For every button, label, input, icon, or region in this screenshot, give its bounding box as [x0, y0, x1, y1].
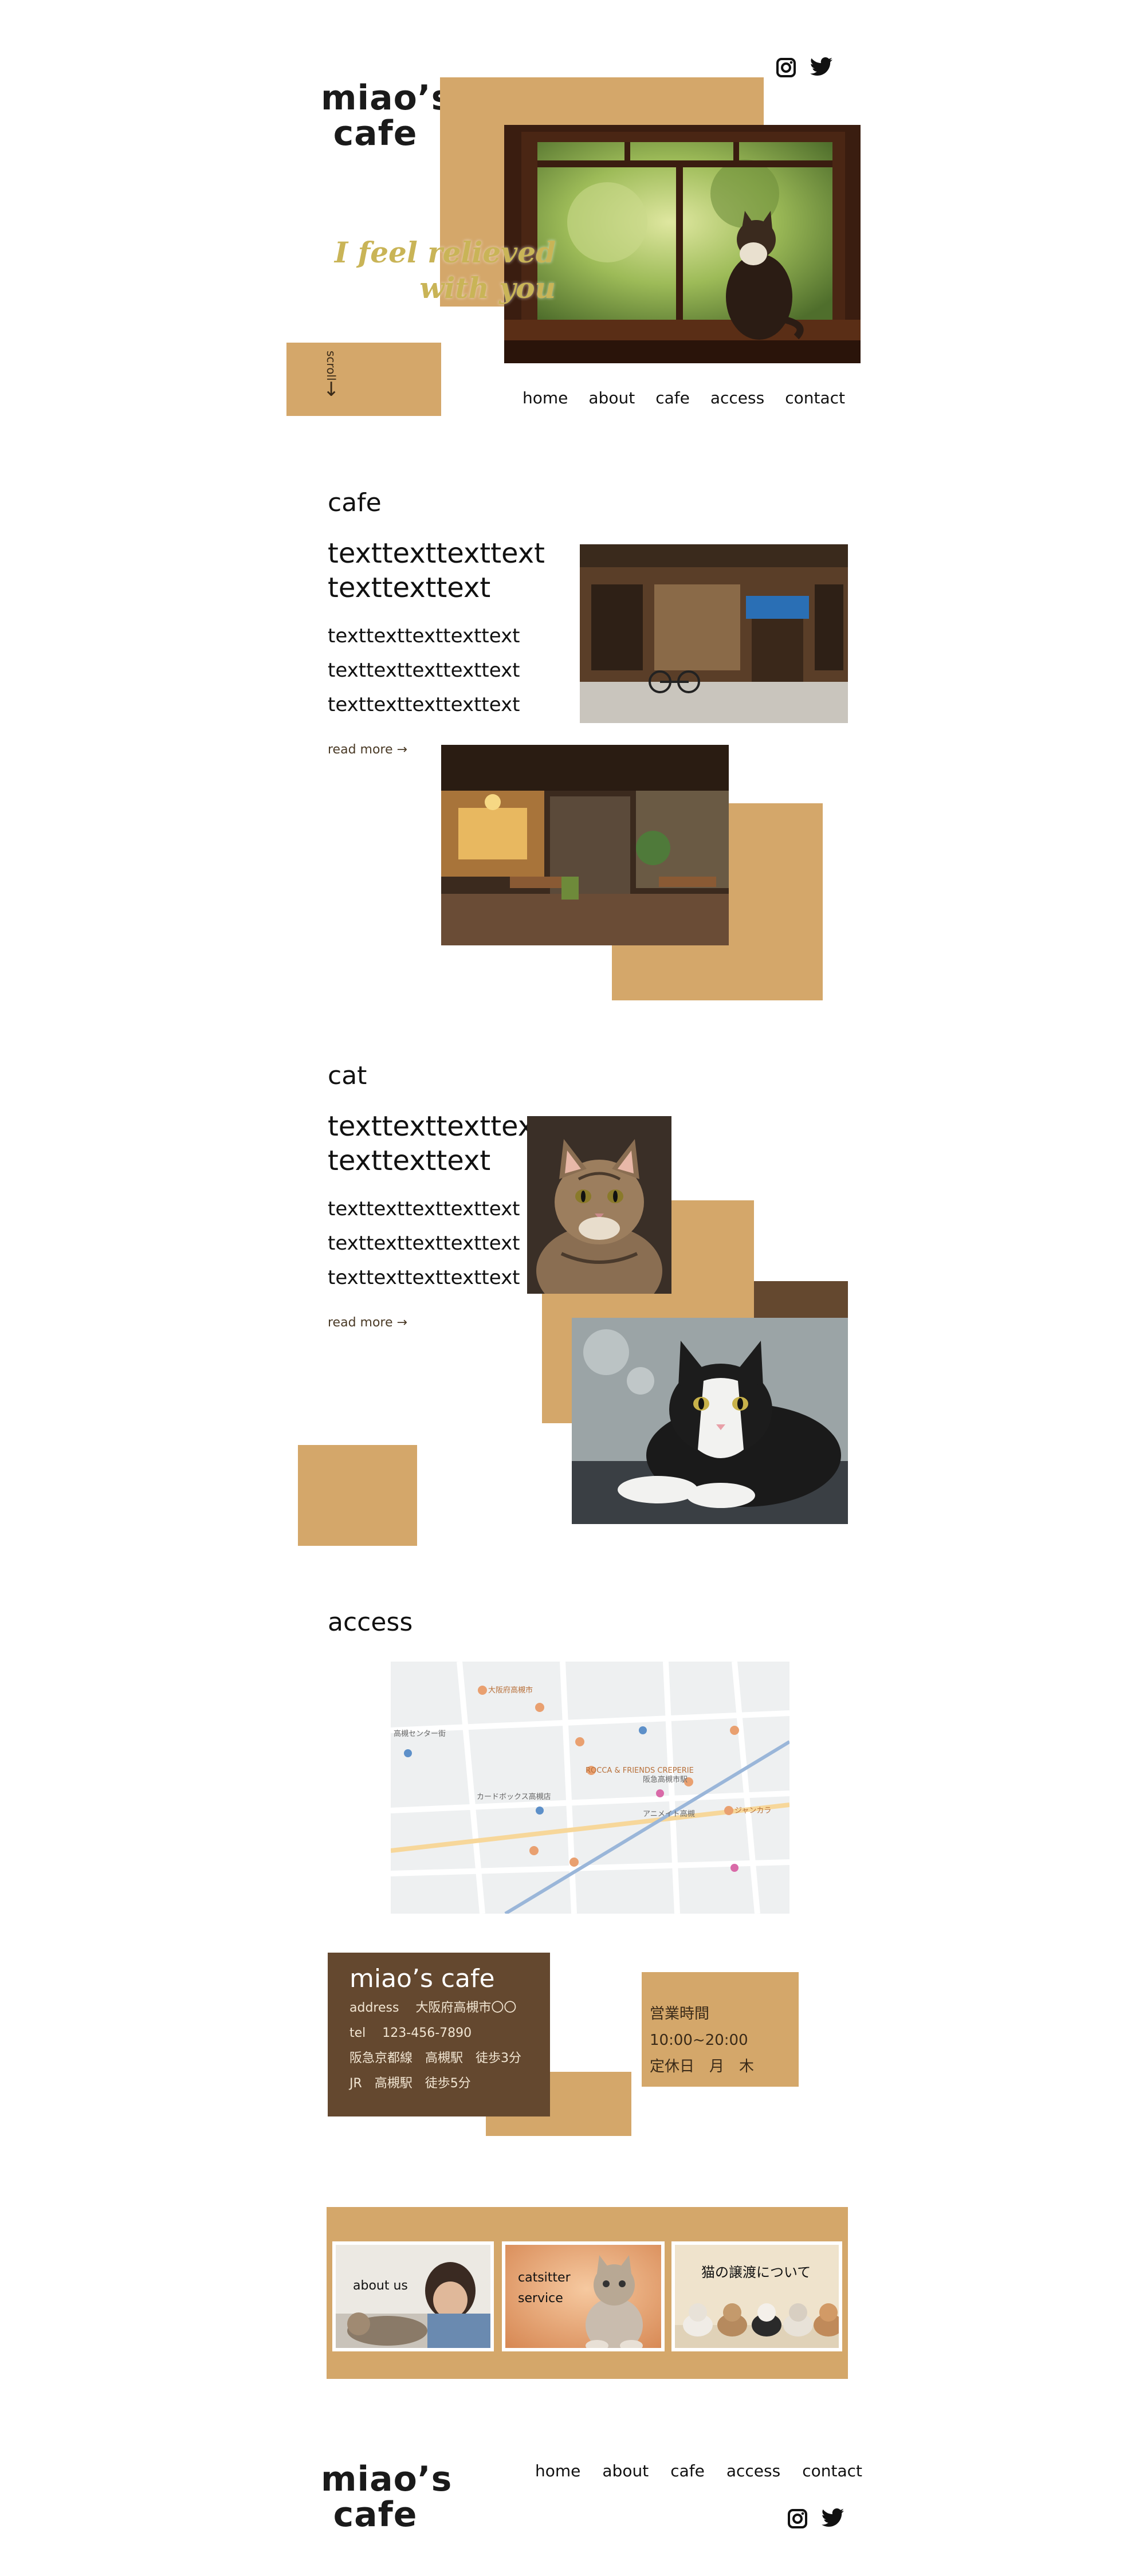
bw-cat-image — [572, 1318, 848, 1524]
footer-nav-access[interactable]: access — [726, 2461, 780, 2480]
footer-nav-about[interactable]: about — [602, 2461, 649, 2480]
hours-card: 営業時間 10:00~20:00 定休日 月 木 — [642, 1972, 799, 2087]
cafe-read-more-link[interactable]: read more → — [328, 743, 407, 757]
nav-about[interactable]: about — [588, 388, 635, 407]
adoption-label: 猫の譲渡について — [701, 2264, 811, 2280]
catsitter-label: catsitter service — [518, 2271, 571, 2306]
scroll-label: scroll — [324, 351, 338, 381]
instagram-icon[interactable] — [776, 57, 796, 78]
tagline-line2: with you — [419, 271, 556, 305]
footer-logo-line1: miao’s — [321, 2459, 453, 2499]
map-label: 大阪府高槻市 — [488, 1686, 533, 1695]
cafe-title: cafe — [328, 488, 382, 517]
catsitter-banner[interactable]: catsitter service — [502, 2241, 665, 2351]
cat-tan-block-lower — [298, 1445, 417, 1546]
tabby-cat-image — [527, 1116, 671, 1294]
footer-nav-cafe[interactable]: cafe — [670, 2461, 705, 2480]
address-card-title: miao’s cafe — [349, 1964, 495, 1993]
logo-line2: cafe — [333, 113, 418, 154]
nav-home[interactable]: home — [523, 388, 568, 407]
about-us-banner[interactable]: about us — [332, 2241, 494, 2351]
cafe-body-line: texttexttexttexttext — [328, 625, 520, 647]
hours-closed: 定休日 月 木 — [650, 2058, 755, 2075]
logo[interactable]: miao’s cafe — [321, 78, 453, 154]
hero-image — [504, 125, 861, 363]
cafe-interior-image — [441, 745, 729, 945]
access-title: access — [328, 1608, 413, 1637]
footer-nav-home[interactable]: home — [535, 2461, 580, 2480]
address-line: address 大阪府高槻市〇〇 — [349, 2001, 517, 2015]
map-label: ジャンカラ — [734, 1807, 771, 1815]
map-label: 高槻センター街 — [394, 1729, 446, 1738]
cafe-body-line: texttexttexttexttext — [328, 659, 520, 682]
nav-cafe[interactable]: cafe — [655, 388, 690, 407]
nav-access[interactable]: access — [710, 388, 764, 407]
instagram-icon[interactable] — [787, 2508, 808, 2529]
footer-nav-contact[interactable]: contact — [802, 2461, 862, 2480]
access-map[interactable]: 大阪府高槻市 ROCCA & FRIENDS CREPERIE ジャンカラ 高槻… — [391, 1662, 789, 1914]
footer-logo-line2: cafe — [333, 2495, 418, 2535]
route-line: JR 高槻駅 徒歩5分 — [349, 2076, 471, 2091]
twitter-icon[interactable] — [822, 2508, 844, 2528]
cafe-body-line: texttexttexttexttext — [328, 693, 520, 716]
logo-line1: miao’s — [321, 78, 453, 118]
map-label: 阪急高槻市駅 — [643, 1775, 688, 1784]
cat-brown-block — [754, 1281, 848, 1318]
main-nav: home about cafe access contact — [523, 388, 845, 407]
cafe-lead: texttexttexttext texttexttext — [328, 537, 545, 604]
tel-line: tel 123-456-7890 — [349, 2026, 472, 2040]
address-card: miao’s cafe address 大阪府高槻市〇〇 tel 123-456… — [328, 1953, 550, 2116]
footer-logo[interactable]: miao’s cafe — [321, 2459, 453, 2535]
cat-read-more-link[interactable]: read more → — [328, 1316, 407, 1330]
route-line: 阪急京都線 高槻駅 徒歩3分 — [349, 2051, 521, 2065]
scroll-arrow-icon: ↓ — [323, 378, 340, 401]
nav-contact[interactable]: contact — [785, 388, 845, 407]
adoption-banner[interactable]: 猫の譲渡について — [671, 2241, 842, 2351]
tagline: I feel relieved with you — [321, 235, 556, 306]
map-label: ROCCA & FRIENDS CREPERIE — [586, 1766, 694, 1775]
footer-nav: home about cafe access contact — [535, 2461, 862, 2480]
scroll-box[interactable]: scroll ↓ — [286, 343, 441, 416]
twitter-icon[interactable] — [810, 57, 833, 77]
about-us-label: about us — [353, 2279, 408, 2293]
banner-strip: about us catsitter service 猫の譲渡について — [327, 2207, 848, 2379]
map-label: カードボックス高槻店 — [477, 1792, 551, 1801]
tagline-line1: I feel relieved — [334, 235, 556, 269]
cafe-storefront-image — [580, 544, 848, 723]
cafe-body: texttexttexttexttext texttexttexttexttex… — [328, 619, 568, 722]
map-label: アニメイト高槻 — [643, 1809, 695, 1819]
hours-open: 営業時間 10:00~20:00 — [650, 2005, 748, 2049]
cat-title: cat — [328, 1061, 367, 1090]
